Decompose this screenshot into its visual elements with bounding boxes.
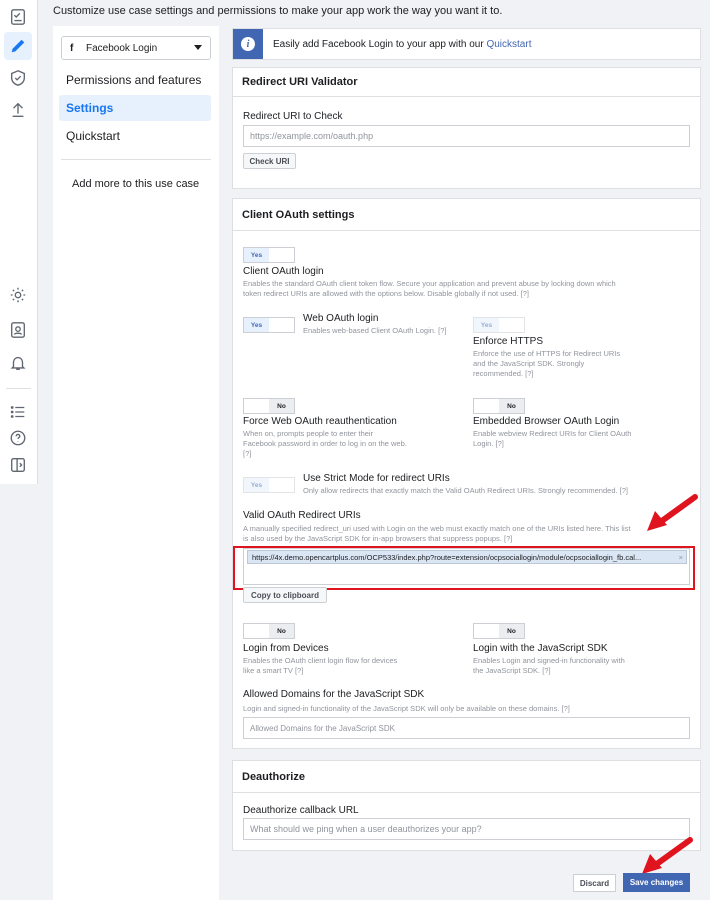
embedded-browser-label: Embedded Browser OAuth Login: [473, 416, 620, 427]
login-devices-label: Login from Devices: [243, 643, 329, 654]
caret-down-icon: [194, 45, 202, 50]
redirect-uri-label: Redirect URI to Check: [243, 111, 343, 122]
login-js-sdk-label: Login with the JavaScript SDK: [473, 643, 608, 654]
strict-mode-label: Use Strict Mode for redirect URIs: [303, 473, 450, 484]
allowed-domains-desc: Login and signed-in functionality of the…: [243, 704, 570, 713]
save-changes-button[interactable]: Save changes: [623, 873, 690, 892]
nav-item-settings[interactable]: Settings: [59, 95, 211, 121]
gear-icon[interactable]: [8, 285, 28, 305]
toggle-knob: Yes: [474, 318, 499, 332]
quickstart-banner: i Easily add Facebook Login to your app …: [232, 28, 701, 60]
nav-divider: [61, 159, 211, 160]
annotation-highlight-box: [233, 546, 695, 590]
force-reauth-desc: When on, prompts people to enter their F…: [243, 429, 407, 458]
quickstart-link[interactable]: Quickstart: [486, 39, 531, 50]
help-link[interactable]: [?]: [496, 439, 504, 448]
web-oauth-login-toggle[interactable]: Yes: [243, 317, 295, 333]
help-link[interactable]: [?]: [521, 289, 529, 298]
client-oauth-login-toggle[interactable]: Yes: [243, 247, 295, 263]
web-oauth-login-label: Web OAuth login: [303, 313, 379, 324]
banner-text: Easily add Facebook Login to your app wi…: [273, 39, 484, 50]
force-reauth-toggle[interactable]: No: [243, 398, 295, 414]
deauthorize-url-label: Deauthorize callback URL: [243, 805, 359, 816]
nav-item-permissions[interactable]: Permissions and features: [59, 67, 211, 93]
login-js-sdk-desc: Enables Login and signed-in functionalit…: [473, 656, 625, 675]
help-link[interactable]: [?]: [620, 486, 628, 495]
use-case-nav: f Facebook Login Permissions and feature…: [53, 26, 219, 900]
page-description: Customize use case settings and permissi…: [53, 5, 503, 17]
valid-uris-desc: A manually specified redirect_uri used w…: [243, 524, 631, 543]
check-uri-button[interactable]: Check URI: [243, 153, 296, 169]
client-oauth-title: Client OAuth settings: [233, 199, 700, 231]
nav-item-quickstart[interactable]: Quickstart: [59, 123, 211, 149]
help-link[interactable]: [?]: [295, 666, 303, 675]
toggle-knob: No: [499, 399, 524, 413]
panel-toggle-icon[interactable]: [8, 455, 28, 475]
enforce-https-desc: Enforce the use of HTTPS for Redirect UR…: [473, 349, 621, 378]
list-icon[interactable]: [8, 402, 28, 422]
web-oauth-login-desc: Enables web-based Client OAuth Login. [?…: [303, 326, 447, 335]
annotation-arrow-icon: [647, 494, 698, 531]
icon-rail: [0, 0, 38, 484]
facebook-icon: f: [70, 42, 74, 54]
deauthorize-title: Deauthorize: [233, 761, 700, 793]
info-icon: i: [233, 29, 263, 59]
bell-icon[interactable]: [8, 353, 28, 373]
redirect-validator-title: Redirect URI Validator: [233, 68, 700, 97]
force-reauth-label: Force Web OAuth reauthentication: [243, 416, 397, 427]
valid-uris-label: Valid OAuth Redirect URIs: [243, 510, 361, 521]
login-devices-desc: Enables the OAuth client login flow for …: [243, 656, 398, 675]
help-link[interactable]: [?]: [542, 666, 550, 675]
enforce-https-toggle[interactable]: Yes: [473, 317, 525, 333]
embedded-browser-desc: Enable webview Redirect URIs for Client …: [473, 429, 632, 448]
add-more-link[interactable]: Add more to this use case: [72, 178, 199, 190]
toggle-knob: No: [269, 399, 294, 413]
client-oauth-login-desc: Enables the standard OAuth client token …: [243, 279, 616, 298]
deauthorize-url-input[interactable]: What should we ping when a user deauthor…: [243, 818, 690, 840]
discard-button[interactable]: Discard: [573, 874, 616, 892]
help-link[interactable]: [?]: [438, 326, 446, 335]
allowed-domains-label: Allowed Domains for the JavaScript SDK: [243, 689, 425, 700]
toggle-knob: Yes: [244, 478, 269, 492]
embedded-browser-toggle[interactable]: No: [473, 398, 525, 414]
help-link[interactable]: [?]: [562, 704, 570, 713]
strict-mode-toggle[interactable]: Yes: [243, 477, 295, 493]
help-link[interactable]: [?]: [525, 369, 533, 378]
product-selector-label: Facebook Login: [86, 42, 158, 54]
help-icon[interactable]: [8, 428, 28, 448]
upload-icon[interactable]: [8, 100, 28, 120]
enforce-https-label: Enforce HTTPS: [473, 336, 544, 347]
product-selector[interactable]: f Facebook Login: [61, 36, 211, 60]
login-js-sdk-toggle[interactable]: No: [473, 623, 525, 639]
toggle-knob: No: [269, 624, 294, 638]
rail-divider: [6, 388, 31, 389]
toggle-knob: Yes: [244, 248, 269, 262]
client-oauth-login-label: Client OAuth login: [243, 266, 324, 277]
redirect-uri-input[interactable]: https://example.com/oauth.php: [243, 125, 690, 147]
help-link[interactable]: [?]: [243, 449, 251, 458]
checklist-icon[interactable]: [8, 7, 28, 27]
pencil-icon[interactable]: [4, 32, 32, 60]
shield-check-icon[interactable]: [8, 68, 28, 88]
allowed-domains-input[interactable]: Allowed Domains for the JavaScript SDK: [243, 717, 690, 739]
strict-mode-desc: Only allow redirects that exactly match …: [303, 486, 629, 495]
help-link[interactable]: [?]: [504, 534, 512, 543]
toggle-knob: No: [499, 624, 524, 638]
copy-to-clipboard-button[interactable]: Copy to clipboard: [243, 587, 327, 603]
login-devices-toggle[interactable]: No: [243, 623, 295, 639]
annotation-arrow-icon: [642, 837, 693, 874]
toggle-knob: Yes: [244, 318, 269, 332]
contact-card-icon[interactable]: [8, 320, 28, 340]
